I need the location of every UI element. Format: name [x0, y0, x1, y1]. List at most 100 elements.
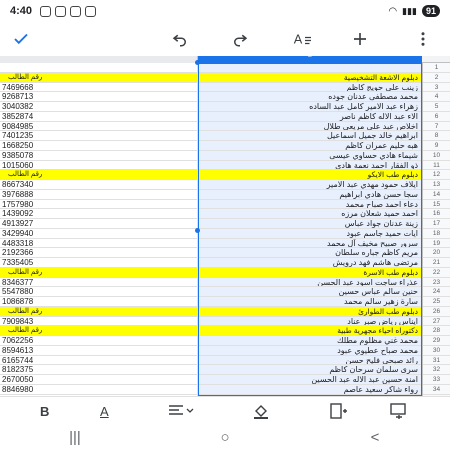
row-number[interactable]: 7: [423, 122, 450, 132]
student-id-cell[interactable]: 3040382: [0, 102, 198, 111]
student-id-cell[interactable]: 9084985: [0, 121, 198, 131]
student-id-cell[interactable]: 2192366: [0, 248, 198, 257]
student-name-cell[interactable]: سرى سلمان سرحان كاظم: [198, 365, 422, 374]
insert-row-icon[interactable]: [390, 401, 408, 421]
student-id-header-cell[interactable]: رقم الطالب: [0, 170, 198, 179]
student-id-header-cell[interactable]: رقم الطالب: [0, 72, 198, 82]
redo-icon[interactable]: [225, 24, 255, 54]
student-id-header-cell[interactable]: رقم الطالب: [0, 267, 198, 277]
student-name-cell[interactable]: محمد صباح عطيوي عبود: [198, 345, 422, 355]
student-name-cell[interactable]: رواء شاكر سعيد عاصم: [198, 384, 422, 394]
row-number[interactable]: 33: [423, 375, 450, 385]
row-number[interactable]: 22: [423, 268, 450, 278]
row-number[interactable]: 34: [423, 385, 450, 395]
student-id-cell[interactable]: 3852874: [0, 111, 198, 121]
row-number[interactable]: 1: [423, 63, 450, 73]
student-name-cell[interactable]: رائد صبحي فليح حسن: [198, 355, 422, 365]
student-id-cell[interactable]: 1668250: [0, 141, 198, 150]
row-number[interactable]: 3: [423, 83, 450, 93]
program-header-cell[interactable]: دبلوم طب الايكو: [198, 170, 422, 179]
bold-button[interactable]: B: [40, 401, 49, 421]
student-name-cell[interactable]: محمد غني مظلوم مطلك: [198, 336, 422, 345]
fill-color-icon[interactable]: [252, 401, 272, 421]
student-id-header-cell[interactable]: رقم الطالب: [0, 306, 198, 316]
student-name-cell[interactable]: زينب علي حويج كاظم: [198, 82, 422, 92]
spreadsheet-grid[interactable]: B رقم الطالب دبلوم الاشعة التشخيصية 746966…: [0, 56, 450, 396]
text-color-button[interactable]: A: [100, 401, 109, 421]
student-id-cell[interactable]: 7909843: [0, 316, 198, 326]
student-id-cell[interactable]: 8594613: [0, 345, 198, 355]
student-id-cell[interactable]: 1439092: [0, 209, 198, 218]
row-number[interactable]: 6: [423, 112, 450, 122]
student-name-cell[interactable]: اخلاص عبد علي مريعي طلال: [198, 121, 422, 131]
row-number[interactable]: 5: [423, 102, 450, 112]
student-id-cell[interactable]: 1757980: [0, 199, 198, 209]
student-id-cell[interactable]: 7469668: [0, 82, 198, 92]
row-number[interactable]: 17: [423, 219, 450, 229]
row-number[interactable]: 11: [423, 161, 450, 171]
student-name-cell[interactable]: سجا حسن هادي ابراهيم: [198, 189, 422, 199]
row-number[interactable]: 2: [423, 73, 450, 83]
row-number[interactable]: 14: [423, 190, 450, 200]
checkmark-icon[interactable]: [6, 24, 36, 54]
student-name-cell[interactable]: دعاء احمد صباح محمد: [198, 199, 422, 209]
student-name-cell[interactable]: ذو الفقار احمد نعمة هادي: [198, 160, 422, 170]
student-id-cell[interactable]: 8346377: [0, 277, 198, 287]
insert-column-icon[interactable]: [330, 401, 348, 421]
row-number[interactable]: 21: [423, 258, 450, 268]
program-header-cell[interactable]: دبلوم طب الاسرة: [198, 267, 422, 277]
row-number[interactable]: 12: [423, 170, 450, 180]
column-header-a[interactable]: [0, 56, 198, 63]
student-id-cell[interactable]: 9385078: [0, 150, 198, 160]
row-number[interactable]: 13: [423, 180, 450, 190]
student-id-cell[interactable]: 2670050: [0, 375, 198, 384]
student-id-cell[interactable]: 6165744: [0, 355, 198, 365]
student-name-cell[interactable]: مريم كاظم جباره سلطان: [198, 248, 422, 257]
student-id-cell[interactable]: 5547880: [0, 287, 198, 296]
plus-icon[interactable]: [345, 24, 375, 54]
student-name-cell[interactable]: سارة زهير سالم محمد: [198, 297, 422, 306]
student-name-cell[interactable]: ايناس رياض صبر عناد: [198, 316, 422, 326]
student-id-cell[interactable]: 4913927: [0, 219, 198, 228]
row-number[interactable]: 23: [423, 278, 450, 288]
recents-button[interactable]: |||: [55, 427, 95, 447]
row-number[interactable]: 27: [423, 317, 450, 327]
home-button[interactable]: ○: [205, 427, 245, 447]
text-format-icon[interactable]: A: [287, 24, 317, 54]
student-name-cell[interactable]: امنة حسين عبد الاله عبد الحسين: [198, 375, 422, 384]
student-name-cell[interactable]: ايات حميد جاسم عبود: [198, 228, 422, 238]
student-id-cell[interactable]: 7062256: [0, 336, 198, 345]
student-id-cell[interactable]: 8182375: [0, 365, 198, 374]
row-number[interactable]: 16: [423, 209, 450, 219]
student-id-cell[interactable]: 3429940: [0, 228, 198, 238]
student-id-cell[interactable]: 1015060: [0, 160, 198, 170]
row-number[interactable]: 8: [423, 131, 450, 141]
selection-handle-left[interactable]: [195, 228, 200, 233]
student-name-cell[interactable]: محمد مصطفى عدنان جوده: [198, 92, 422, 101]
student-id-cell[interactable]: [0, 63, 198, 72]
row-number[interactable]: 4: [423, 92, 450, 102]
row-number[interactable]: 19: [423, 239, 450, 249]
student-id-cell[interactable]: 8667340: [0, 180, 198, 189]
student-name-cell[interactable]: زينة عدنان جواد عباس: [198, 219, 422, 228]
student-id-cell[interactable]: 7401235: [0, 131, 198, 140]
row-number[interactable]: 20: [423, 248, 450, 258]
student-name-cell[interactable]: [198, 63, 422, 72]
student-id-cell[interactable]: 4483318: [0, 238, 198, 248]
student-name-cell[interactable]: مرتضى هاشم فهد درويش: [198, 258, 422, 267]
row-number[interactable]: 10: [423, 151, 450, 161]
row-number[interactable]: 29: [423, 336, 450, 346]
row-number[interactable]: 15: [423, 200, 450, 210]
program-header-cell[interactable]: دبلوم طب الطوارئ: [198, 306, 422, 316]
student-id-header-cell[interactable]: رقم الطالب: [0, 326, 198, 335]
more-vertical-icon[interactable]: [408, 24, 438, 54]
back-button[interactable]: <: [355, 427, 395, 447]
student-name-cell[interactable]: حنين سالم عباس حسين: [198, 287, 422, 296]
row-number[interactable]: 26: [423, 307, 450, 317]
program-header-cell[interactable]: دبلوم الاشعة التشخيصية: [198, 72, 422, 82]
student-id-cell[interactable]: 1086878: [0, 297, 198, 306]
student-name-cell[interactable]: زهراء عبد الامير كامل عبد الساده: [198, 102, 422, 111]
student-name-cell[interactable]: هبه حليم عمران كاظم: [198, 141, 422, 150]
row-number[interactable]: 30: [423, 346, 450, 356]
student-name-cell[interactable]: شيماء هادي حساوي عيسى: [198, 150, 422, 160]
